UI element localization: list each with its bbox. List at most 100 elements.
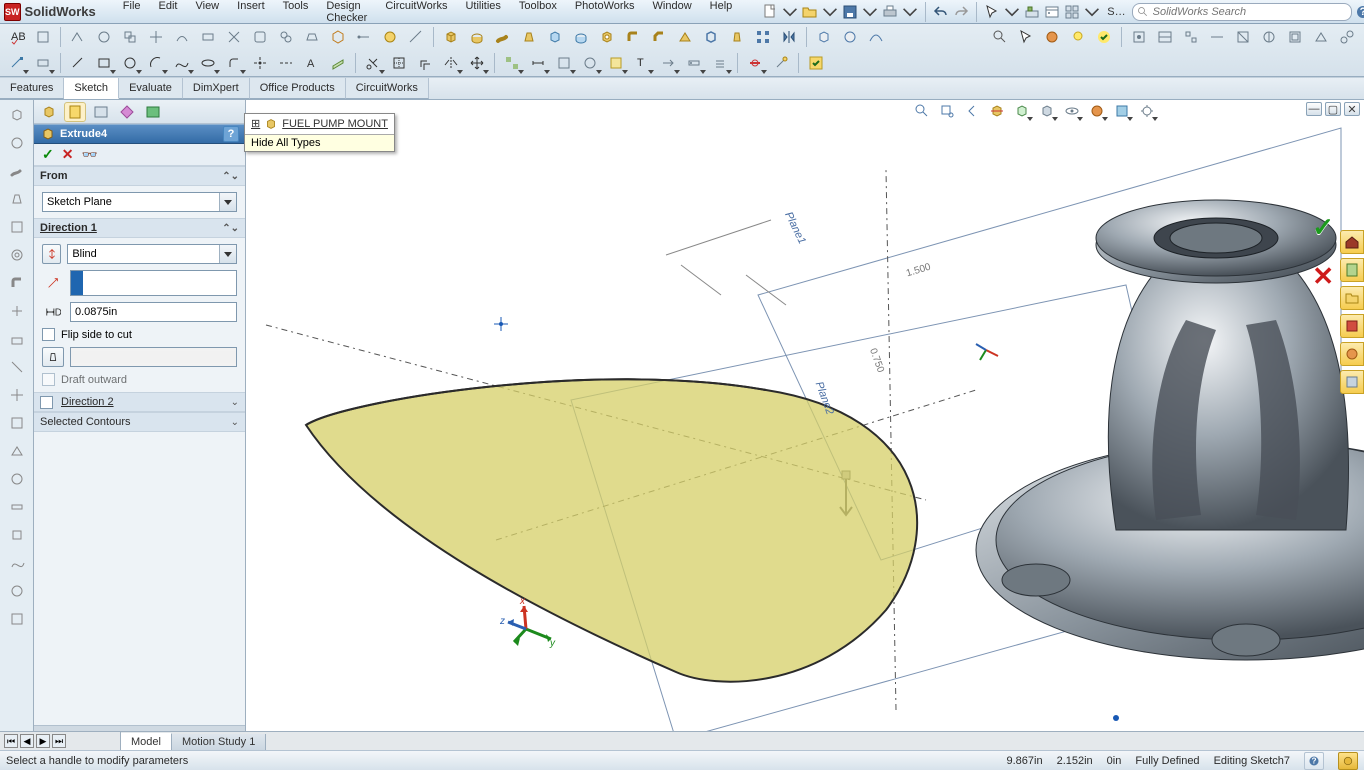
mirror-s-icon[interactable] [439, 52, 463, 74]
tool-icon[interactable] [656, 52, 680, 74]
relations-icon[interactable] [500, 52, 524, 74]
tool-icon[interactable] [5, 272, 29, 294]
tool-icon[interactable] [5, 216, 29, 238]
fm-config-icon[interactable] [90, 102, 112, 122]
tool-icon[interactable] [352, 26, 376, 48]
arc-icon[interactable] [144, 52, 168, 74]
tab-dimxpert[interactable]: DimXpert [183, 78, 250, 99]
tool-icon[interactable] [5, 300, 29, 322]
section-dir1[interactable]: Direction 1⌃⌄ [34, 218, 245, 238]
tab-next-button[interactable]: ▶ [36, 734, 50, 748]
line-icon[interactable] [66, 52, 90, 74]
tool-icon[interactable] [5, 440, 29, 462]
tool-icon[interactable] [222, 26, 246, 48]
help-button[interactable]: ? [223, 126, 239, 142]
chevron-down-icon[interactable] [1083, 3, 1101, 21]
undo-icon[interactable] [932, 3, 950, 21]
chevron-down-icon[interactable] [821, 3, 839, 21]
tool-icon[interactable] [604, 52, 628, 74]
new-icon[interactable] [761, 3, 779, 21]
distance-input[interactable] [70, 302, 237, 322]
tool-icon[interactable] [31, 26, 55, 48]
glasses-icon[interactable]: 👓 [81, 147, 97, 163]
tool-icon[interactable] [5, 468, 29, 490]
sweep-icon[interactable] [491, 26, 515, 48]
chevron-down-icon[interactable] [861, 3, 879, 21]
status-rebuild-icon[interactable] [1338, 752, 1358, 770]
save-icon[interactable] [841, 3, 859, 21]
sketch-line-icon[interactable] [5, 52, 29, 74]
options-icon[interactable] [1043, 3, 1061, 21]
mirror-icon[interactable] [777, 26, 801, 48]
tool-icon[interactable] [1179, 26, 1203, 48]
cancel-button[interactable]: ✕ [62, 146, 74, 163]
sphere-icon[interactable] [838, 26, 862, 48]
doc-close-button[interactable]: ✕ [1344, 102, 1360, 116]
rib-icon[interactable] [673, 26, 697, 48]
tp-design-library-icon[interactable] [1340, 258, 1364, 282]
fillet-icon[interactable] [222, 52, 246, 74]
tree-root-node[interactable]: ⊞ FUEL PUMP MOUNT [245, 114, 394, 134]
tool-icon[interactable] [5, 608, 29, 630]
tool-icon[interactable] [5, 160, 29, 182]
tab-first-button[interactable]: ⏮ [4, 734, 18, 748]
tp-home-icon[interactable] [1340, 230, 1364, 254]
tab-evaluate[interactable]: Evaluate [119, 78, 183, 99]
tool-icon[interactable] [196, 26, 220, 48]
chamfer-icon[interactable] [647, 26, 671, 48]
tool-icon[interactable] [274, 26, 298, 48]
print-icon[interactable] [881, 3, 899, 21]
tab-features[interactable]: Features [0, 78, 64, 99]
text-icon[interactable]: A [300, 52, 324, 74]
tab-circuitworks[interactable]: CircuitWorks [346, 78, 429, 99]
color-icon[interactable] [1040, 26, 1064, 48]
cut-revolve-icon[interactable] [569, 26, 593, 48]
tool-icon[interactable] [5, 328, 29, 350]
confirm-ok-button[interactable]: ✓ [1312, 212, 1334, 243]
tool-icon[interactable] [5, 496, 29, 518]
chevron-down-icon[interactable] [219, 245, 236, 263]
tool-icon[interactable] [5, 132, 29, 154]
tool-icon[interactable] [1309, 26, 1333, 48]
offset-icon[interactable] [413, 52, 437, 74]
tool-icon[interactable] [552, 52, 576, 74]
tool-icon[interactable] [404, 26, 428, 48]
rect-icon[interactable] [92, 52, 116, 74]
tab-motion-study[interactable]: Motion Study 1 [172, 734, 266, 750]
extrude-icon[interactable] [439, 26, 463, 48]
convert-icon[interactable] [387, 52, 411, 74]
ok-button[interactable]: ✓ [42, 146, 54, 163]
tool-icon[interactable] [1205, 26, 1229, 48]
help-icon[interactable]: ? [1354, 3, 1364, 21]
fm-render-icon[interactable] [142, 102, 164, 122]
chevron-down-icon[interactable] [781, 3, 799, 21]
from-dropdown[interactable]: Sketch Plane [42, 192, 237, 212]
curve-icon[interactable] [864, 26, 888, 48]
shell-icon[interactable] [699, 26, 723, 48]
magnify-icon[interactable] [988, 26, 1012, 48]
check-icon[interactable] [1092, 26, 1116, 48]
tab-office-products[interactable]: Office Products [250, 78, 346, 99]
tool-icon[interactable] [1127, 26, 1151, 48]
repair-icon[interactable] [769, 52, 793, 74]
draft-button[interactable] [42, 347, 64, 367]
tp-file-explorer-icon[interactable] [1340, 286, 1364, 310]
tool-icon[interactable] [5, 552, 29, 574]
tool-icon[interactable] [326, 26, 350, 48]
pointer-icon[interactable] [1014, 26, 1038, 48]
draft-icon[interactable] [725, 26, 749, 48]
revolve-icon[interactable] [465, 26, 489, 48]
tool-icon[interactable] [5, 104, 29, 126]
spellcheck-icon[interactable]: ABC [5, 26, 29, 48]
fm-design-tree-icon[interactable] [38, 102, 60, 122]
search-input[interactable] [1153, 6, 1347, 18]
circle-icon[interactable] [118, 52, 142, 74]
tool-icon[interactable] [300, 26, 324, 48]
view-layout-icon[interactable] [1063, 3, 1081, 21]
open-icon[interactable] [801, 3, 819, 21]
search-box[interactable] [1132, 3, 1352, 21]
tool-icon[interactable] [5, 412, 29, 434]
tp-view-palette-icon[interactable] [1340, 314, 1364, 338]
tool-icon[interactable] [66, 26, 90, 48]
quick-snap-icon[interactable] [743, 52, 767, 74]
